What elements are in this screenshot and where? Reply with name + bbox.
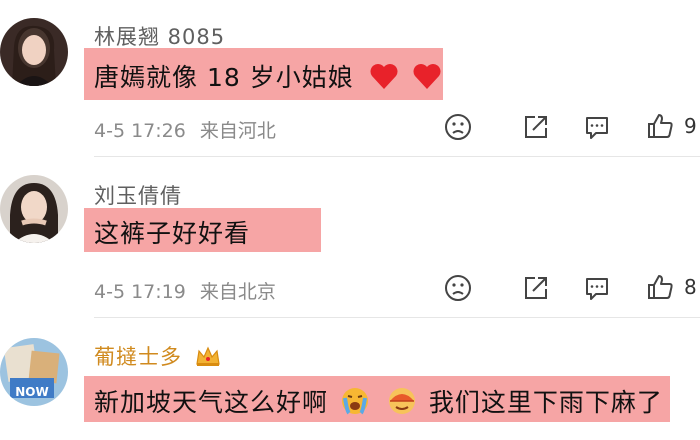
avatar[interactable] [0,175,68,243]
crying-face-emoji [339,385,371,423]
username[interactable]: 葡撻士多 [94,341,222,373]
comment-location: 来自北京 [199,281,276,303]
comment-text: 这裤子好好看 [94,214,250,250]
comment-item: 林展翘 8085 唐嫣就像 18 岁小姑娘 4-5 17:26 来自河北 9 [0,0,700,157]
comment-text-content: 这裤子好好看 [94,219,251,248]
comment-text: 新加坡天气这么好啊 我们这里下雨下麻了 [94,383,663,423]
comment-list: 林展翘 8085 唐嫣就像 18 岁小姑娘 4-5 17:26 来自河北 9 刘… [0,0,700,440]
like-count: 8 [684,275,697,299]
comment-meta: 4-5 17:26 来自河北 [94,116,276,143]
comment-text-content: 新加坡天气这么好啊 [94,388,329,417]
face-icon[interactable] [443,112,473,142]
umbrella-face-emoji [386,385,418,423]
comment-text-content: 唐嫣就像 18 岁小姑娘 [94,63,354,92]
comment-text: 唐嫣就像 18 岁小姑娘 [94,58,442,96]
heart-emoji [369,62,399,96]
comment-meta: 4-5 17:19 来自北京 [94,277,276,304]
divider [94,317,700,318]
like-icon[interactable] [645,272,675,302]
avatar-text: NOW [15,385,48,399]
comment-item: NOW 葡撻士多 新加坡天气这么好啊 我们这里下雨下麻了 [0,320,700,440]
like-icon[interactable] [645,111,675,141]
comment-location: 来自河北 [199,120,276,142]
avatar[interactable]: NOW [0,338,68,406]
comment-icon[interactable] [582,112,612,142]
username[interactable]: 林展翘 8085 [94,21,225,51]
share-icon[interactable] [521,273,551,303]
comment-time: 4-5 17:26 [94,120,186,142]
divider [94,156,700,157]
comment-item: 刘玉倩倩 这裤子好好看 4-5 17:19 来自北京 8 [0,160,700,318]
username[interactable]: 刘玉倩倩 [94,180,182,210]
heart-emoji [412,62,442,96]
comment-text-content-2: 我们这里下雨下麻了 [428,388,663,417]
comment-icon[interactable] [582,273,612,303]
avatar[interactable] [0,18,68,86]
crown-badge-icon [194,344,222,373]
comment-time: 4-5 17:19 [94,281,186,303]
share-icon[interactable] [521,112,551,142]
like-count: 9 [684,114,697,138]
face-icon[interactable] [443,273,473,303]
username-text: 葡撻士多 [94,345,182,369]
